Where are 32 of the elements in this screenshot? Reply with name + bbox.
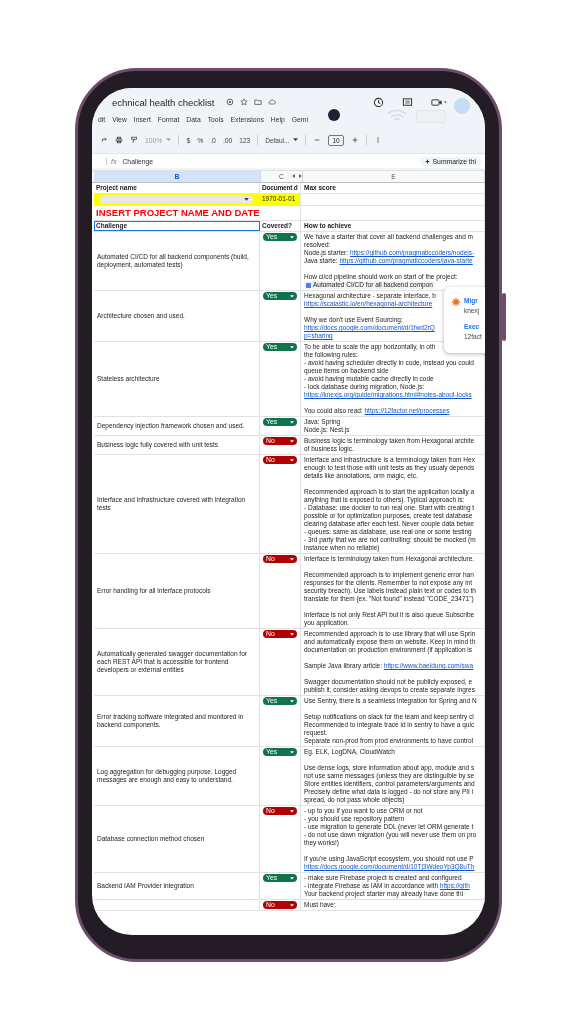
instruction-heading: INSERT PROJECT NAME AND DATE — [96, 207, 260, 218]
document-title[interactable]: echnical health checklist — [112, 96, 215, 108]
asterisk-icon — [452, 298, 460, 306]
sparkle-icon — [424, 158, 430, 164]
history-icon[interactable] — [373, 96, 384, 108]
caret-icon — [290, 876, 294, 880]
caret-icon — [290, 235, 294, 239]
comment-icon[interactable] — [402, 96, 413, 108]
caret-icon — [290, 294, 294, 298]
caret-icon — [244, 198, 249, 201]
caret-icon — [290, 458, 294, 462]
cloud-icon[interactable] — [268, 98, 277, 106]
plus-icon[interactable] — [350, 136, 359, 144]
folder-icon[interactable] — [254, 98, 263, 106]
hidden-column-icon[interactable] — [292, 174, 302, 178]
caret-icon[interactable] — [293, 138, 299, 142]
caret-icon — [290, 903, 294, 907]
caret-icon — [290, 699, 294, 703]
star-icon[interactable] — [240, 98, 249, 106]
caret-icon — [290, 420, 294, 424]
document-icon — [306, 282, 311, 288]
video-call-icon[interactable] — [431, 96, 447, 108]
caret-icon — [290, 439, 294, 443]
redo-icon[interactable] — [100, 136, 108, 144]
caret-icon — [290, 345, 294, 349]
caret-icon — [290, 557, 294, 561]
print-icon[interactable] — [115, 136, 123, 144]
eye-icon[interactable] — [226, 98, 235, 106]
caret-icon — [290, 632, 294, 636]
caret-icon — [290, 809, 294, 813]
caret-icon — [290, 750, 294, 754]
paint-format-icon[interactable] — [130, 136, 138, 144]
